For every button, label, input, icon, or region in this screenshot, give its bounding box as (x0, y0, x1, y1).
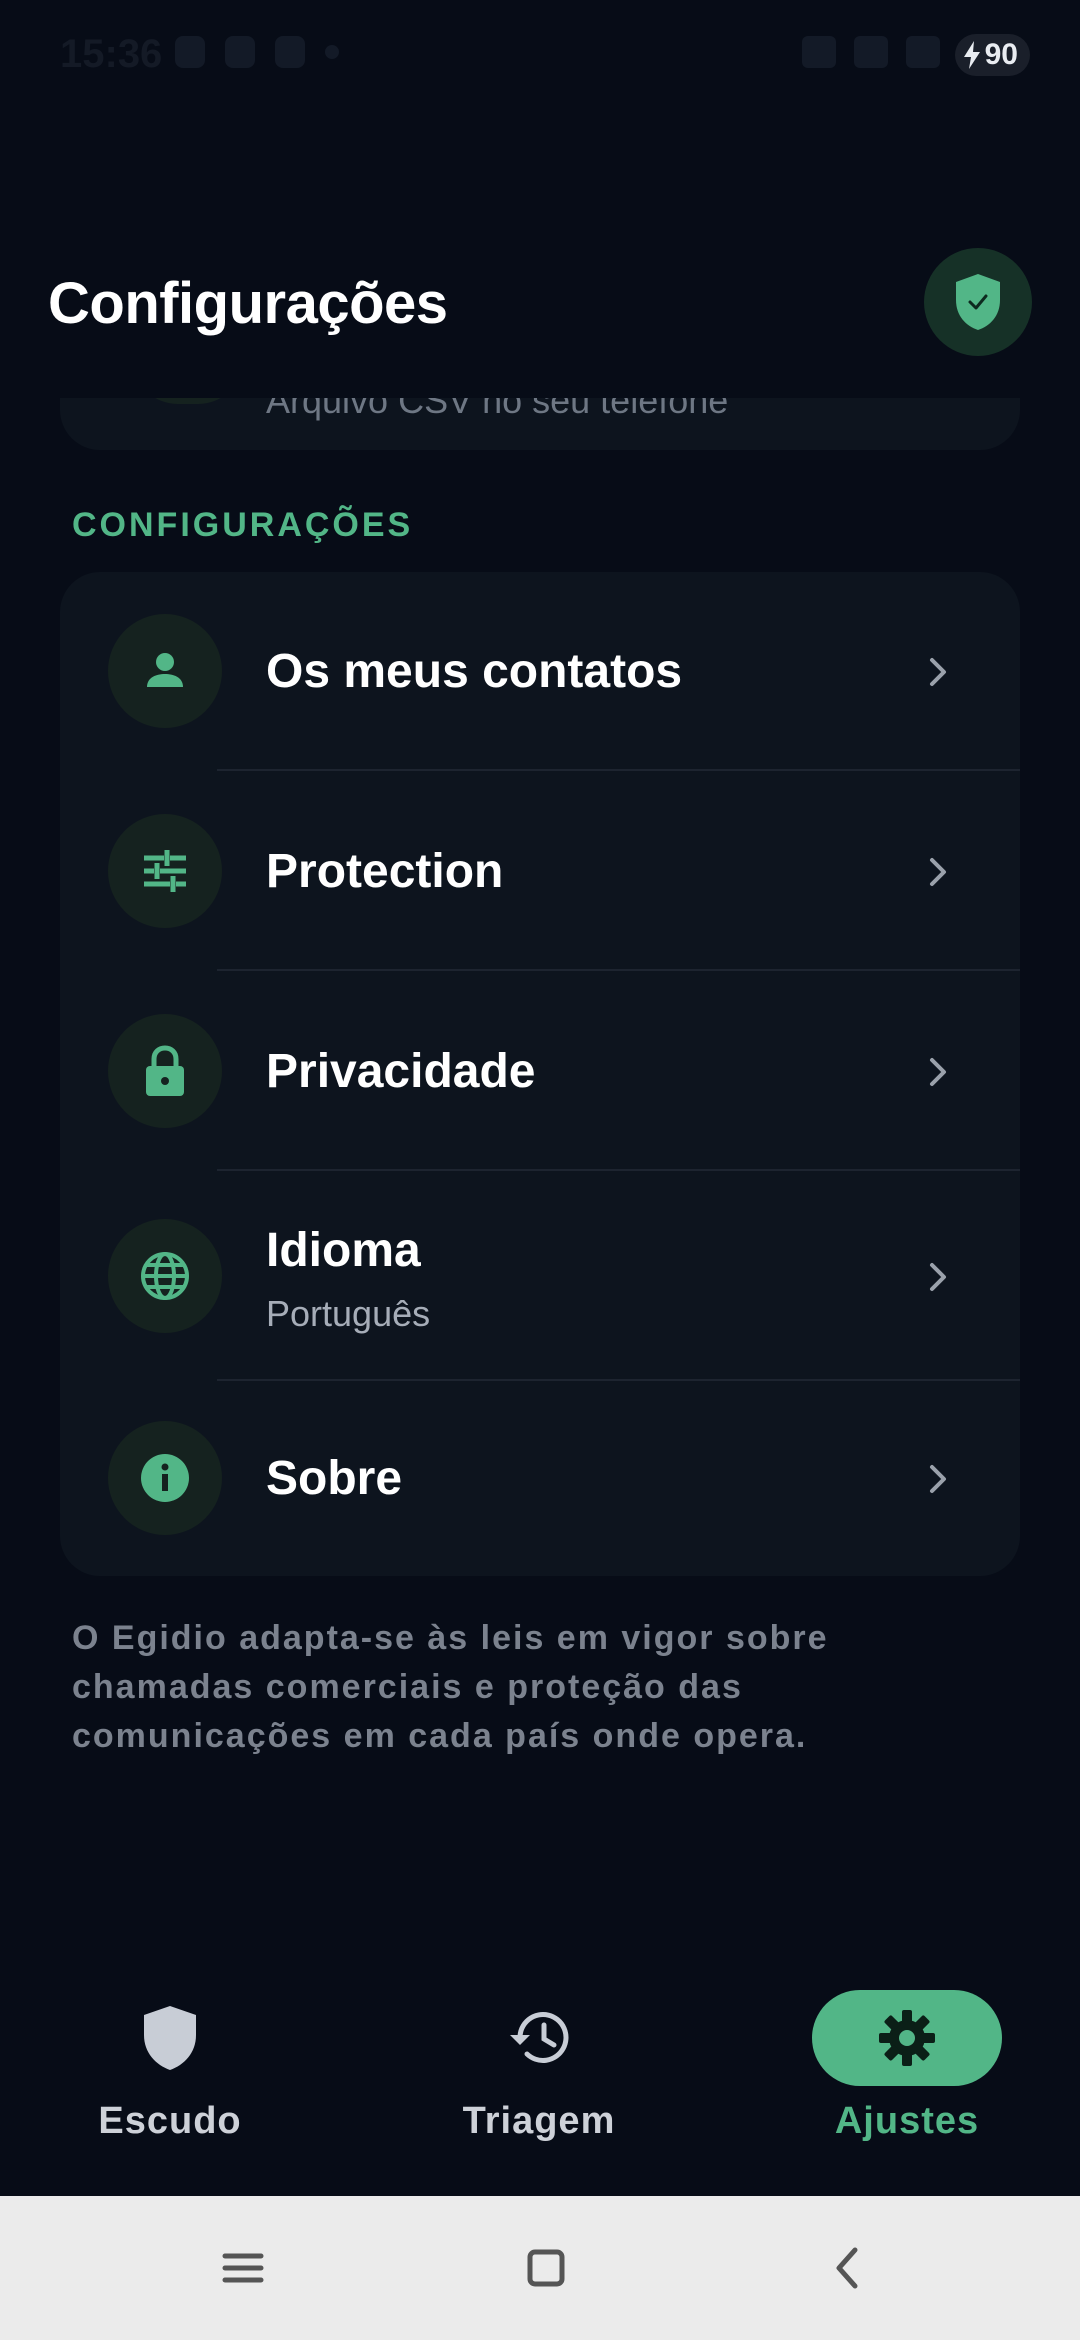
settings-item-label: Os meus contatos (266, 645, 683, 698)
charging-icon (963, 41, 980, 69)
chevron-right-icon (930, 1058, 946, 1086)
notification-icon (325, 45, 339, 59)
section-label-settings: CONFIGURAÇÕES (72, 506, 414, 544)
legal-footnote: O Egidio adapta-se às leis em vigor sobr… (72, 1619, 829, 1755)
shield-check-icon (956, 274, 1000, 330)
status-notification-icons (175, 36, 339, 68)
headset-icon (802, 36, 836, 68)
settings-item-label: Sobre (266, 1452, 403, 1505)
nav-tab-screening[interactable]: Triagem (389, 1990, 689, 2180)
settings-item-language[interactable]: Idioma Português (60, 1171, 1020, 1381)
status-time: 15:36 (60, 32, 163, 76)
import-card-subtitle: Arquivo CSV no seu telefone (266, 398, 729, 421)
shield-status-button[interactable] (924, 248, 1032, 356)
import-contacts-card[interactable]: Arquivo CSV no seu telefone (60, 398, 1020, 450)
page-header: Configurações (0, 240, 1080, 360)
settings-item-label: Privacidade (266, 1045, 536, 1098)
wifi-icon (854, 36, 888, 68)
battery-indicator: 90 (954, 34, 1030, 76)
settings-item-protection[interactable]: Protection (60, 771, 1020, 971)
status-bar: 15:36 90 (0, 0, 1080, 110)
nav-label: Ajustes (834, 2100, 980, 2142)
signal-icon (906, 36, 940, 68)
nav-label: Triagem (462, 2100, 616, 2142)
settings-item-about[interactable]: Sobre (60, 1381, 1020, 1576)
status-system-icons (802, 36, 940, 68)
settings-item-contacts[interactable]: Os meus contatos (60, 572, 1020, 771)
person-icon (108, 614, 222, 728)
settings-item-label: Idioma (266, 1224, 421, 1277)
info-icon (108, 1421, 222, 1535)
chevron-left-icon (836, 2247, 858, 2289)
settings-list: Os meus contatos Protection Privacidade … (60, 572, 1020, 1576)
notification-icon (275, 36, 305, 68)
system-navigation-bar (0, 2196, 1080, 2340)
lock-icon (108, 1014, 222, 1128)
notification-icon (225, 36, 255, 68)
notification-icon (175, 36, 205, 68)
settings-item-privacy[interactable]: Privacidade (60, 971, 1020, 1171)
menu-icon (222, 2253, 264, 2283)
battery-level: 90 (984, 38, 1018, 71)
sliders-icon (108, 814, 222, 928)
recent-apps-button[interactable] (211, 2236, 275, 2300)
file-icon (132, 398, 244, 404)
gear-icon (812, 1990, 1002, 2086)
back-button[interactable] (815, 2236, 879, 2300)
page-title: Configurações (48, 271, 448, 336)
bottom-navigation: Escudo Triagem Ajustes (0, 1960, 1080, 2196)
nav-tab-shield[interactable]: Escudo (20, 1990, 320, 2180)
chevron-right-icon (930, 1263, 946, 1291)
home-button[interactable] (514, 2236, 578, 2300)
shield-icon (75, 1990, 265, 2086)
nav-label: Escudo (98, 2100, 242, 2142)
nav-tab-settings[interactable]: Ajustes (757, 1990, 1057, 2180)
settings-item-label: Protection (266, 845, 504, 898)
history-icon (444, 1990, 634, 2086)
globe-icon (108, 1219, 222, 1333)
chevron-right-icon (930, 1465, 946, 1493)
settings-item-value: Português (266, 1293, 431, 1334)
chevron-right-icon (930, 658, 946, 686)
chevron-right-icon (930, 858, 946, 886)
square-icon (527, 2249, 565, 2287)
